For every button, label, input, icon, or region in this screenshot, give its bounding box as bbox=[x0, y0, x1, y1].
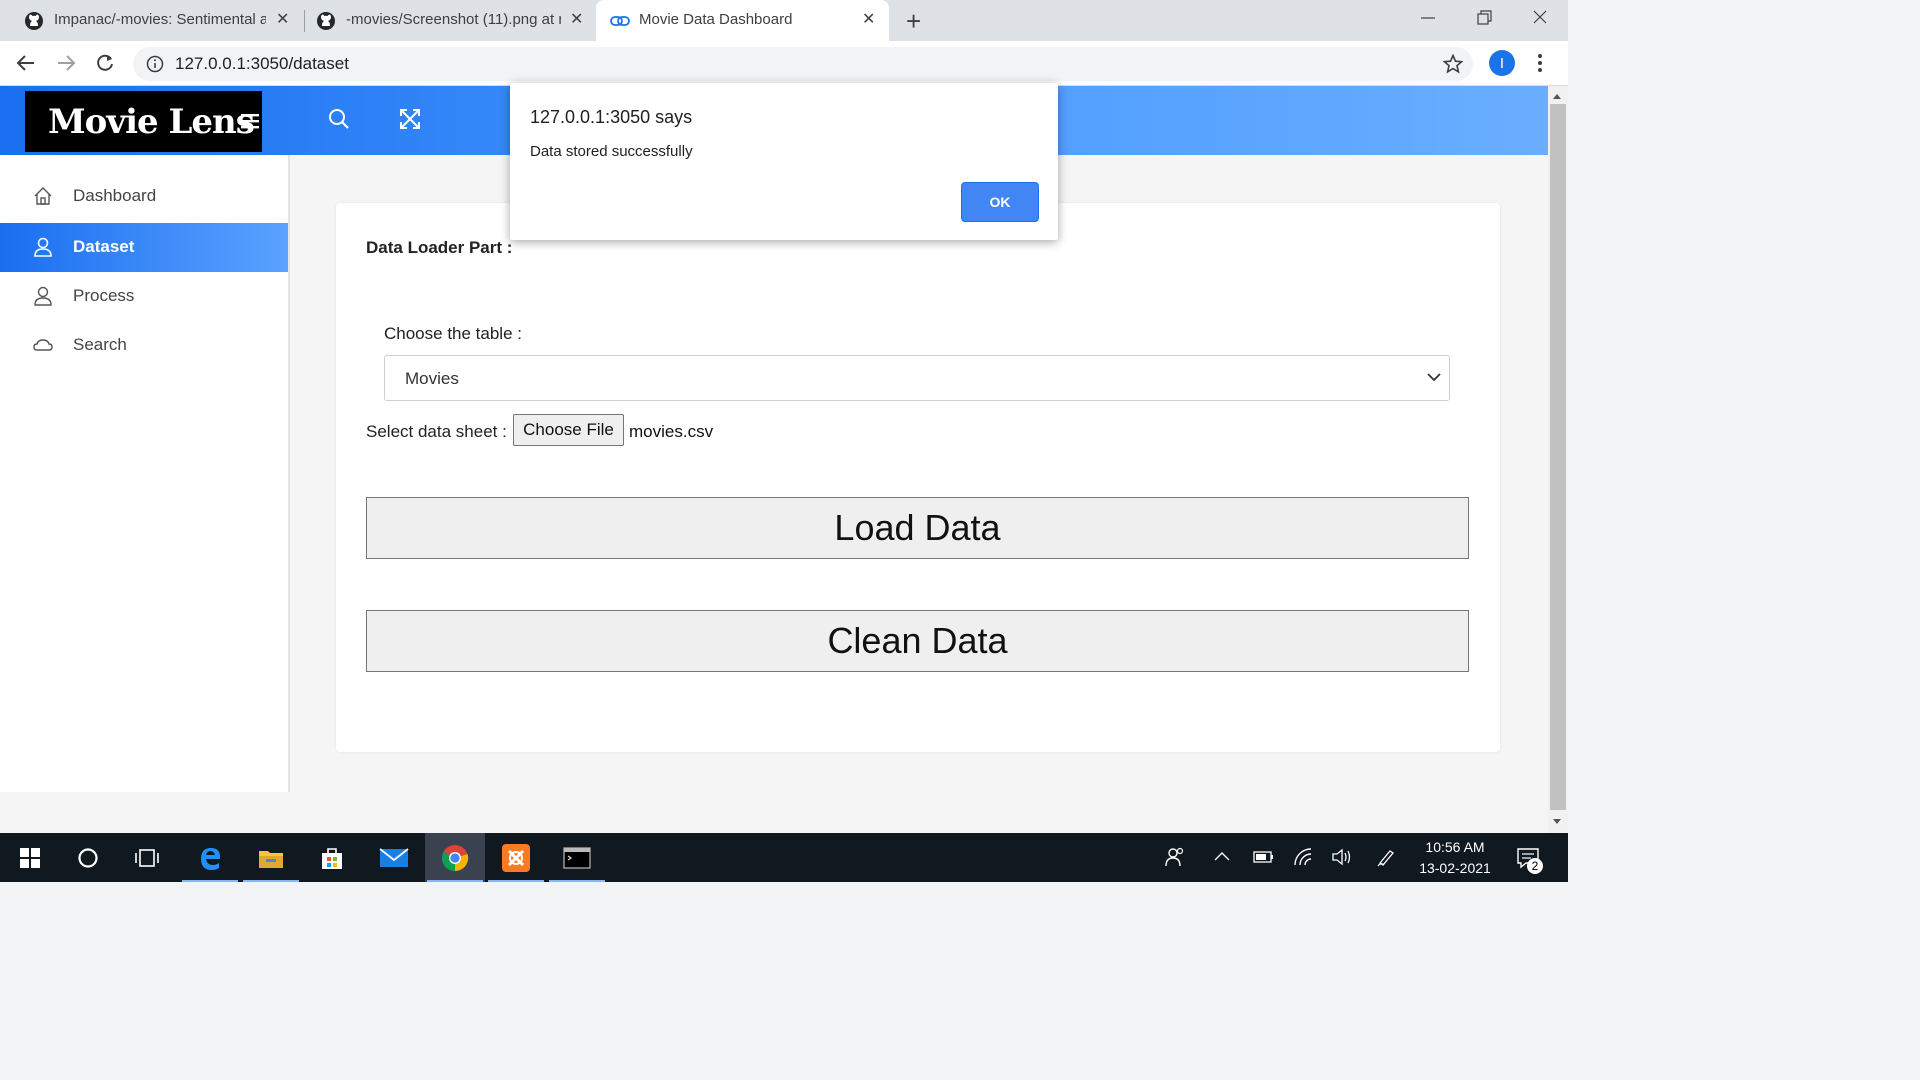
table-select[interactable]: Movies bbox=[384, 355, 1450, 401]
wifi-icon[interactable] bbox=[1293, 847, 1313, 867]
link-icon bbox=[610, 13, 630, 29]
tab-close-icon[interactable]: ✕ bbox=[570, 12, 583, 28]
app-logo: Movie Lens bbox=[25, 91, 262, 152]
running-indicator bbox=[488, 880, 544, 882]
choose-file-button[interactable]: Choose File bbox=[513, 414, 624, 446]
notification-count-badge: 2 bbox=[1527, 858, 1543, 874]
running-indicator bbox=[427, 880, 483, 882]
clock-date: 13-02-2021 bbox=[1419, 860, 1491, 876]
dialog-message: Data stored successfully bbox=[530, 143, 693, 160]
scroll-up-icon[interactable] bbox=[1552, 92, 1562, 100]
tab-separator bbox=[304, 10, 305, 32]
fullscreen-icon[interactable] bbox=[399, 108, 421, 130]
running-indicator bbox=[182, 880, 238, 882]
back-icon[interactable] bbox=[16, 53, 36, 73]
scroll-down-icon[interactable] bbox=[1552, 818, 1562, 826]
tab-github-repo[interactable]: Impanac/-movies: Sentimental an ✕ bbox=[14, 0, 299, 41]
people-icon[interactable] bbox=[1164, 846, 1186, 868]
alert-dialog: 127.0.0.1:3050 says Data stored successf… bbox=[510, 83, 1058, 240]
sidebar-item-label: Dataset bbox=[73, 237, 135, 256]
table-select-label: Choose the table : bbox=[384, 324, 522, 343]
tab-close-icon[interactable]: ✕ bbox=[862, 12, 875, 28]
bookmark-star-icon[interactable] bbox=[1443, 54, 1463, 74]
running-indicator bbox=[243, 880, 299, 882]
chrome-icon[interactable] bbox=[425, 833, 485, 882]
pen-icon[interactable] bbox=[1376, 847, 1396, 867]
user-icon bbox=[33, 286, 53, 306]
restore-icon[interactable] bbox=[1476, 8, 1492, 28]
selected-file-name: movies.csv bbox=[629, 422, 714, 441]
browser-menu-icon[interactable] bbox=[1537, 52, 1543, 74]
clock-time: 10:56 AM bbox=[1425, 839, 1485, 855]
home-icon bbox=[33, 186, 53, 206]
new-tab-icon[interactable]: + bbox=[906, 8, 921, 34]
hamburger-menu-icon[interactable] bbox=[241, 113, 259, 129]
ok-button[interactable]: OK bbox=[961, 182, 1039, 222]
url-text[interactable]: 127.0.0.1:3050/dataset bbox=[175, 54, 349, 74]
sidebar-item-search[interactable]: Search bbox=[0, 321, 288, 370]
cortana-icon[interactable] bbox=[58, 833, 118, 882]
search-icon[interactable] bbox=[328, 108, 350, 130]
sidebar: Dashboard Dataset Process Search bbox=[0, 155, 290, 792]
start-button[interactable] bbox=[0, 833, 60, 882]
tab-title: Movie Data Dashboard bbox=[639, 11, 793, 28]
running-indicator bbox=[549, 880, 605, 882]
clean-data-button[interactable]: Clean Data bbox=[366, 610, 1469, 672]
file-explorer-icon[interactable] bbox=[241, 833, 301, 882]
scrollbar-thumb[interactable] bbox=[1550, 104, 1566, 810]
edge-browser-icon[interactable] bbox=[180, 833, 240, 882]
sidebar-item-label: Process bbox=[73, 286, 135, 305]
mail-icon[interactable] bbox=[364, 833, 424, 882]
user-icon bbox=[33, 237, 53, 257]
task-view-icon[interactable] bbox=[117, 833, 177, 882]
github-icon bbox=[24, 11, 44, 31]
window-close-icon[interactable] bbox=[1532, 8, 1548, 28]
dialog-title: 127.0.0.1:3050 says bbox=[530, 107, 693, 127]
tab-github-screenshot[interactable]: -movies/Screenshot (11).png at m ✕ bbox=[306, 0, 593, 41]
volume-icon[interactable] bbox=[1331, 848, 1353, 866]
load-data-button[interactable]: Load Data bbox=[366, 497, 1469, 559]
microsoft-store-icon[interactable] bbox=[302, 833, 362, 882]
sidebar-item-dataset[interactable]: Dataset bbox=[0, 223, 288, 272]
sidebar-item-process[interactable]: Process bbox=[0, 272, 288, 321]
profile-avatar[interactable]: I bbox=[1489, 50, 1515, 76]
card-title: Data Loader Part : bbox=[366, 238, 513, 257]
xampp-icon[interactable] bbox=[486, 833, 546, 882]
tab-title: Impanac/-movies: Sentimental an bbox=[54, 11, 266, 28]
logo-text: Movie Lens bbox=[48, 101, 255, 142]
sidebar-item-dashboard[interactable]: Dashboard bbox=[0, 172, 288, 221]
tab-movie-dashboard[interactable]: Movie Data Dashboard ✕ bbox=[596, 0, 889, 41]
reload-icon[interactable] bbox=[95, 53, 115, 73]
chevron-up-icon[interactable] bbox=[1214, 850, 1230, 862]
sidebar-item-label: Search bbox=[73, 335, 127, 354]
chevron-down-icon bbox=[1427, 372, 1441, 382]
tab-close-icon[interactable]: ✕ bbox=[276, 12, 289, 28]
battery-icon[interactable] bbox=[1252, 849, 1274, 865]
data-loader-card: Data Loader Part : Choose the table : Mo… bbox=[336, 203, 1500, 752]
table-select-value: Movies bbox=[405, 369, 459, 388]
forward-icon[interactable] bbox=[56, 53, 76, 73]
sidebar-item-label: Dashboard bbox=[73, 186, 157, 205]
cloud-icon bbox=[33, 335, 53, 355]
data-sheet-label: Select data sheet : bbox=[366, 422, 507, 441]
github-icon bbox=[316, 11, 336, 31]
taskbar-clock[interactable]: 10:56 AM 13-02-2021 bbox=[1410, 837, 1500, 879]
info-icon[interactable] bbox=[146, 55, 164, 73]
windows-logo-icon bbox=[20, 847, 40, 868]
minimize-icon[interactable] bbox=[1420, 8, 1436, 28]
command-prompt-icon[interactable] bbox=[547, 833, 607, 882]
tab-title: -movies/Screenshot (11).png at m bbox=[346, 11, 561, 28]
